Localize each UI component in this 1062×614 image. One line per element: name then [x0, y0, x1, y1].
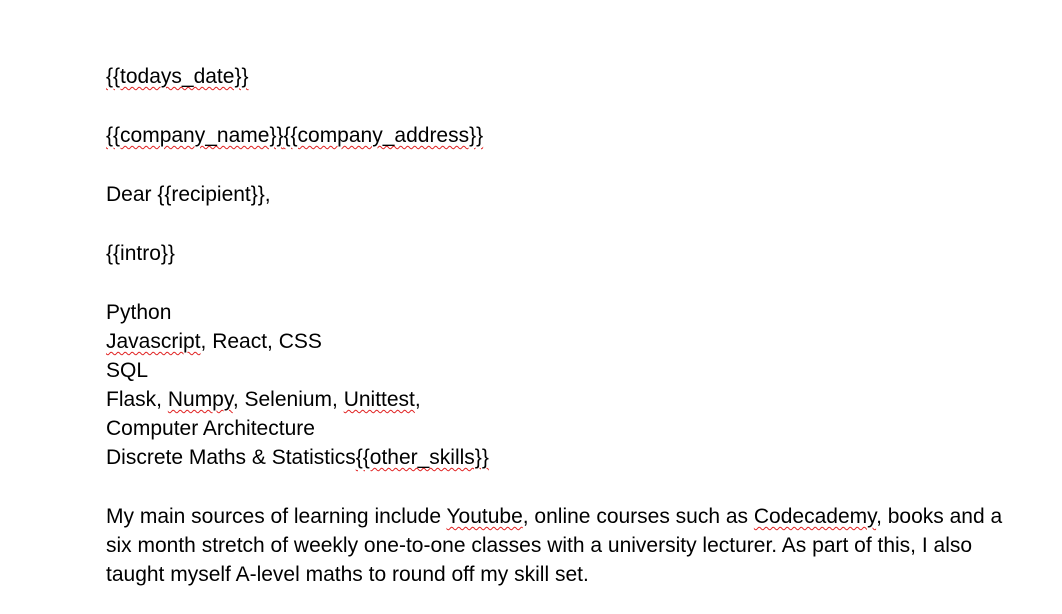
recipient-placeholder: {{recipient}}	[157, 183, 265, 206]
date-line: {{todays_date}}	[106, 62, 1006, 91]
body-text-1: My main sources of learning include	[106, 505, 447, 528]
skill-flask: Flask,	[106, 388, 168, 411]
skill-javascript: Javascript	[106, 330, 201, 353]
skill-computer-architecture: Computer Architecture	[106, 417, 315, 440]
body-codecademy: Codecademy	[753, 505, 877, 528]
salutation-prefix: Dear	[106, 183, 158, 206]
date-placeholder: {{todays_date}}	[106, 65, 249, 88]
skill-react-css: , React, CSS	[200, 330, 322, 353]
skill-discrete-maths: Discrete Maths & Statistics	[106, 446, 356, 469]
company-address-placeholder: {{company_address}}	[283, 124, 484, 147]
skill-line: Python	[106, 298, 1006, 327]
skill-python: Python	[106, 301, 172, 324]
intro-line: {{intro}}	[106, 239, 1006, 268]
company-name-placeholder: {{company_name}}	[106, 124, 284, 147]
skills-list: Python Javascript, React, CSS SQL Flask,…	[106, 298, 1006, 472]
salutation-suffix: ,	[264, 183, 271, 206]
body-youtube: Youtube	[446, 505, 523, 528]
skill-numpy: Numpy	[167, 388, 233, 411]
skill-unittest: Unittest	[343, 388, 415, 411]
skill-line: Javascript, React, CSS	[106, 327, 1006, 356]
skill-line: Computer Architecture	[106, 414, 1006, 443]
body-paragraph: My main sources of learning include Yout…	[106, 502, 1006, 589]
other-skills-placeholder: {{other_skills}}	[355, 446, 489, 469]
skill-comma: ,	[414, 388, 421, 411]
skill-line: SQL	[106, 356, 1006, 385]
skill-line: Discrete Maths & Statistics{{other_skill…	[106, 443, 1006, 472]
company-line: {{company_name}}{{company_address}}	[106, 121, 1006, 150]
document-page[interactable]: {{todays_date}} {{company_name}}{{compan…	[106, 62, 1006, 589]
body-text-2: , online courses such as	[522, 505, 754, 528]
salutation-line: Dear {{recipient}},	[106, 180, 1006, 209]
skill-line: Flask, Numpy, Selenium, Unittest,	[106, 385, 1006, 414]
skill-sql: SQL	[106, 359, 149, 382]
skill-selenium: , Selenium,	[232, 388, 344, 411]
intro-placeholder: {{intro}}	[106, 242, 175, 265]
